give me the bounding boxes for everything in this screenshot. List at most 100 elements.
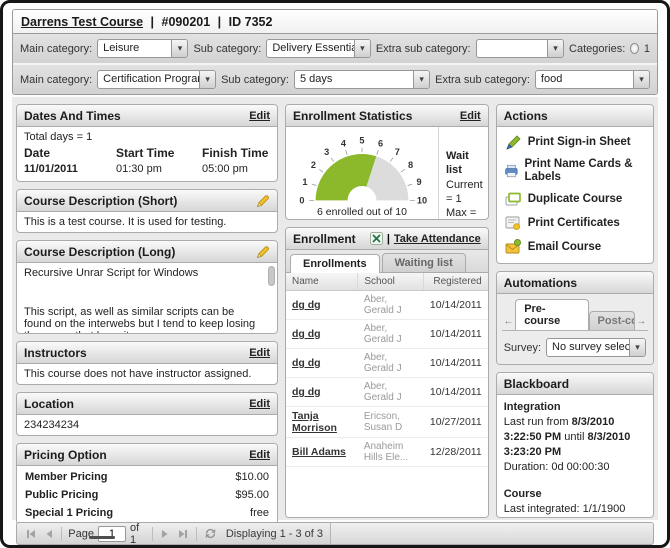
enrollee-name-link[interactable]: dg dg: [286, 349, 358, 378]
integration-run-text: Last run from 8/3/2010 3:22:50 PM until …: [504, 415, 646, 460]
email-course-action[interactable]: Email Course: [502, 235, 648, 259]
pencil-edit-icon[interactable]: [256, 245, 270, 259]
waitlist-info: Wait list Current = 1 Max = 2: [438, 127, 488, 219]
panel-title: Dates And Times: [24, 109, 121, 123]
panel-header: Pricing Option Edit: [17, 444, 277, 466]
panel-title: Automations: [504, 276, 577, 290]
dates-edit-link[interactable]: Edit: [249, 110, 270, 122]
header-block: Darrens Test Course | #090201 | ID 7352 …: [12, 9, 658, 95]
print-name-cards-action[interactable]: Print Name Cards & Labels: [502, 155, 648, 187]
table-row: dg dg Aber, Gerald J 10/14/2011: [286, 349, 488, 378]
enrollee-name-link[interactable]: Bill Adams: [286, 438, 358, 467]
enrollee-name-link[interactable]: dg dg: [286, 378, 358, 407]
col-header-school[interactable]: School: [358, 273, 424, 291]
enrollee-registered-date: 12/28/2011: [424, 438, 488, 467]
toolbar-divider: [61, 527, 62, 541]
main-category-select-2[interactable]: Certification Programs ▾: [97, 70, 216, 89]
enrollee-school: Aber, Gerald J: [358, 378, 424, 407]
refresh-button[interactable]: [203, 526, 218, 542]
panel-title: Instructors: [24, 346, 87, 360]
main-category-select-1[interactable]: Leisure ▾: [97, 39, 188, 58]
enrollment-statistics-panel: Enrollment Statistics Edit 012345678910 …: [285, 104, 489, 220]
enrollee-registered-date: 10/27/2011: [424, 407, 488, 438]
stats-edit-link[interactable]: Edit: [460, 110, 481, 122]
main-category-label: Main category:: [20, 74, 92, 86]
total-days-text: Total days = 1: [24, 131, 270, 143]
tab-pre-course[interactable]: Pre-course: [515, 299, 588, 330]
survey-select[interactable]: No survey selected ▾: [546, 338, 646, 357]
print-signin-sheet-action[interactable]: Print Sign-in Sheet: [502, 131, 648, 155]
panel-title: Course Description (Short): [24, 194, 177, 208]
tab-scroll-right-icon[interactable]: →: [635, 312, 648, 330]
panel-header: Enrollment | Take Attendance: [286, 228, 488, 250]
svg-text:1: 1: [302, 177, 307, 187]
excel-export-icon[interactable]: [370, 232, 383, 245]
waitlist-max: Max = 2: [446, 206, 484, 220]
prev-page-button[interactable]: [42, 526, 56, 542]
col-header-registered[interactable]: Registered: [424, 273, 488, 291]
next-page-button[interactable]: [159, 526, 173, 542]
take-attendance-link[interactable]: Take Attendance: [394, 233, 481, 245]
pricing-row: Public Pricing $95.00: [17, 486, 277, 504]
first-page-button[interactable]: [24, 526, 38, 542]
duplicate-icon: [504, 190, 522, 208]
pencil-edit-icon[interactable]: [256, 194, 270, 208]
categories-label: Categories:: [569, 43, 625, 55]
course-heading: Course: [504, 487, 646, 502]
sub-category-select-2[interactable]: 5 days ▾: [294, 70, 430, 89]
tab-enrollments[interactable]: Enrollments: [290, 254, 380, 273]
toolbar-divider: [152, 527, 153, 541]
chevron-down-icon: ▾: [199, 71, 215, 88]
course-title-link[interactable]: Darrens Test Course: [21, 15, 143, 29]
instructors-edit-link[interactable]: Edit: [249, 347, 270, 359]
extra-sub-category-select-1[interactable]: ▾: [476, 39, 564, 58]
pricing-edit-link[interactable]: Edit: [249, 449, 270, 461]
sub-category-select-1[interactable]: Delivery Essentials On I ▾: [266, 39, 371, 58]
chevron-down-icon: ▾: [413, 71, 429, 88]
title-separator: |: [151, 15, 155, 29]
table-row: dg dg Aber, Gerald J 10/14/2011: [286, 291, 488, 320]
sub-category-label: Sub category:: [221, 74, 289, 86]
location-edit-link[interactable]: Edit: [249, 398, 270, 410]
survey-label: Survey:: [504, 342, 541, 354]
select-value: No survey selected: [547, 339, 629, 356]
start-time-value: 01:30 pm: [116, 163, 202, 175]
last-page-button[interactable]: [176, 526, 190, 542]
course-integration-line: Last integrated: 1/1/1900: [504, 502, 646, 517]
chevron-down-icon: ▾: [547, 40, 563, 57]
svg-text:9: 9: [416, 177, 421, 187]
categories-radio[interactable]: [630, 43, 639, 54]
action-label: Duplicate Course: [528, 193, 623, 206]
chevron-down-icon: ▾: [629, 339, 645, 356]
first-page-icon: [25, 528, 37, 540]
col-header-name[interactable]: Name: [286, 273, 358, 291]
enrollment-empty-area: [286, 467, 488, 517]
tab-waiting-list[interactable]: Waiting list: [382, 253, 466, 272]
dates-times-panel: Dates And Times Edit Total days = 1 Date…: [16, 104, 278, 182]
table-row: dg dg Aber, Gerald J 10/14/2011: [286, 378, 488, 407]
duplicate-course-action[interactable]: Duplicate Course: [502, 187, 648, 211]
panel-header: Enrollment Statistics Edit: [286, 105, 488, 127]
print-certificates-action[interactable]: Print Certificates: [502, 211, 648, 235]
extra-sub-category-select-2[interactable]: food ▾: [535, 70, 650, 89]
tab-post-course[interactable]: Post-course: [589, 311, 635, 330]
printer-icon: [504, 162, 519, 180]
select-value: food: [536, 71, 633, 88]
chevron-down-icon: ▾: [354, 40, 370, 57]
category-bar-1: Main category: Leisure ▾ Sub category: D…: [13, 34, 657, 63]
status-bar: Page of 1 Displaying 1 - 3: [16, 522, 654, 545]
integration-duration: Duration: 0d 00:00:30: [504, 460, 646, 475]
enrollee-name-link[interactable]: dg dg: [286, 291, 358, 320]
tab-scroll-left-icon[interactable]: ←: [502, 312, 515, 330]
dates-body: Total days = 1 Date Start Time Finish Ti…: [17, 127, 277, 181]
run-mid: until: [564, 431, 584, 443]
extra-sub-category-label: Extra sub category:: [435, 74, 530, 86]
enrollee-name-link[interactable]: Tanja Morrison: [286, 407, 358, 438]
main-category-label: Main category:: [20, 43, 92, 55]
table-row: dg dg Aber, Gerald J 10/14/2011: [286, 320, 488, 349]
page-of-label: of 1: [130, 522, 146, 545]
panel-title: Actions: [504, 109, 548, 123]
enrollee-name-link[interactable]: dg dg: [286, 320, 358, 349]
page-number-input[interactable]: [98, 526, 126, 542]
scrollbar-thumb[interactable]: [268, 266, 275, 286]
